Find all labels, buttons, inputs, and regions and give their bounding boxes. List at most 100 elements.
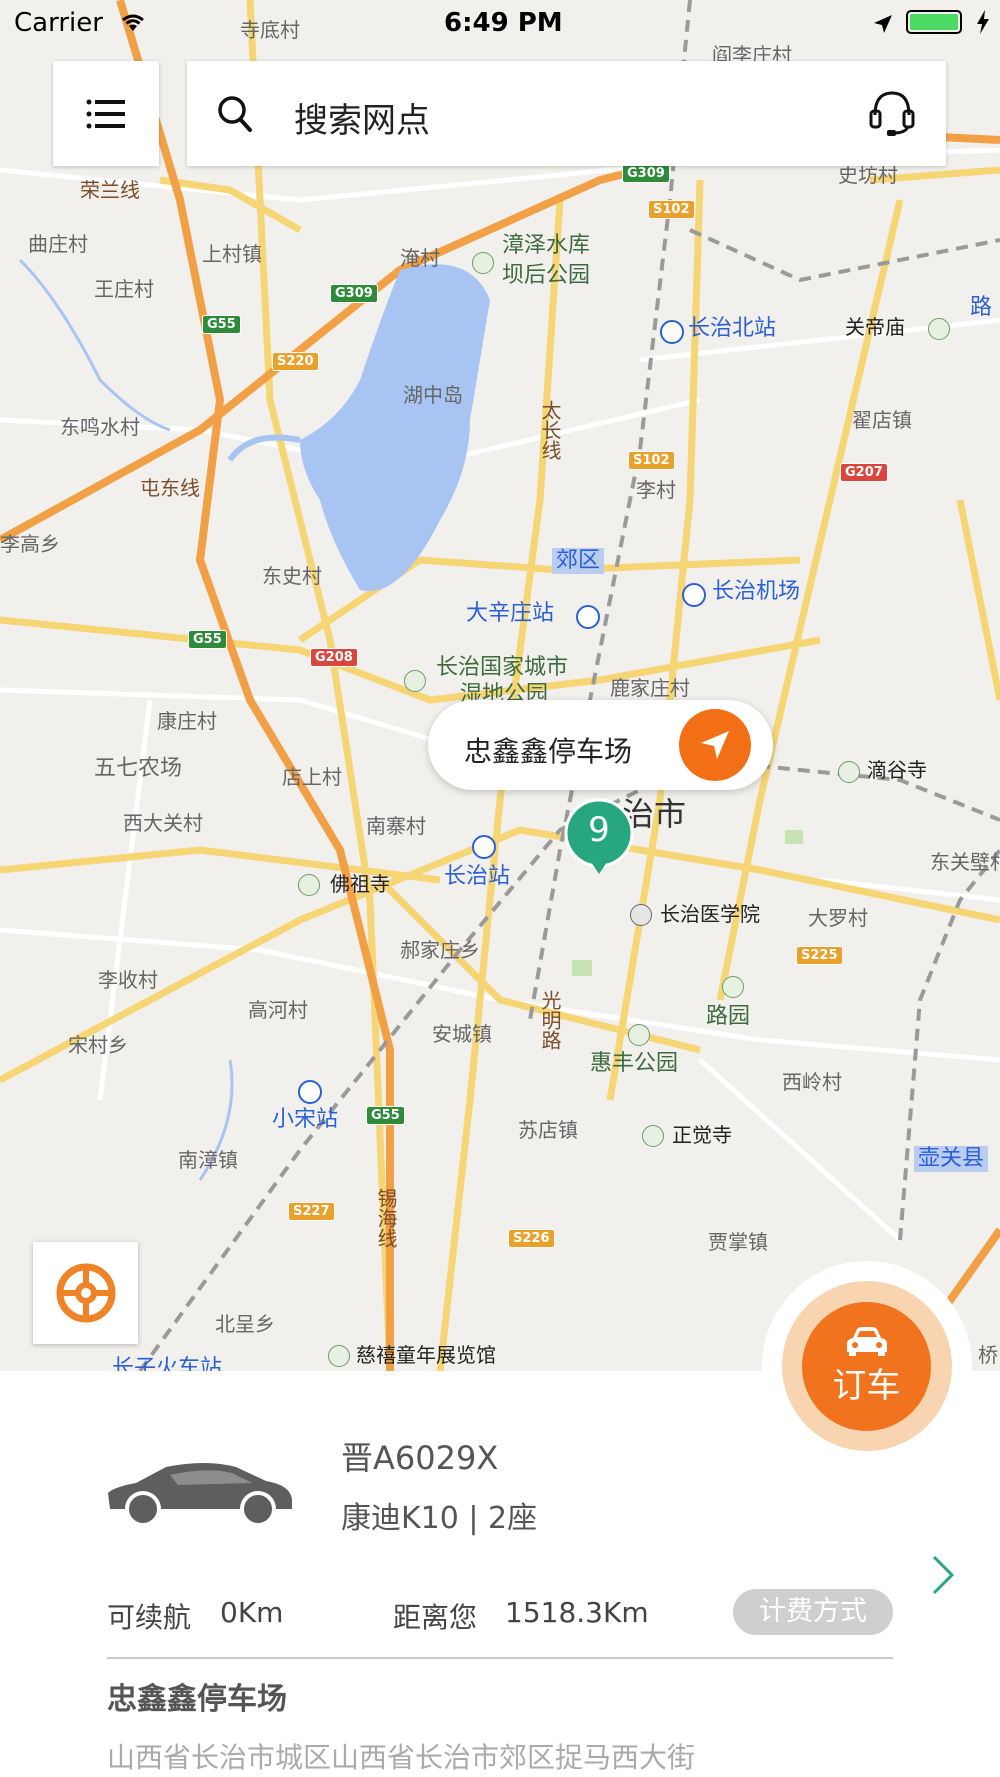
station-poi-icon	[298, 1080, 322, 1104]
map-label: 正觉寺	[672, 1123, 732, 1147]
map-label: 荣兰线	[80, 178, 140, 202]
road-shield: G309	[330, 284, 378, 303]
map-label: 苏店镇	[518, 1118, 578, 1142]
map-label: 滴谷寺	[867, 758, 927, 782]
map-label: 光明路	[538, 990, 562, 1050]
road-shield: S225	[796, 946, 843, 965]
charging-icon	[976, 10, 990, 41]
map-label: 大辛庄站	[466, 601, 555, 626]
wifi-icon	[120, 10, 146, 40]
map-label: 壶关县	[914, 1146, 989, 1172]
road-shield: S102	[628, 451, 675, 470]
park-poi-icon	[404, 670, 426, 692]
map-label: 郝家庄乡	[400, 938, 480, 962]
pricing-button[interactable]: 计费方式	[733, 1589, 893, 1635]
museum-poi-icon	[328, 1345, 350, 1367]
road-shield: S220	[272, 352, 319, 371]
search-placeholder: 搜索网点	[294, 101, 430, 141]
distance-value: 1518.3Km	[505, 1596, 649, 1629]
map-label: 长治北站	[688, 316, 777, 341]
map-label: 锡海线	[374, 1188, 398, 1248]
map-label: 康庄村	[157, 709, 217, 733]
map-label: 东关壁村	[930, 850, 1000, 874]
map-label: 桥	[978, 1343, 998, 1367]
map-label: 西岭村	[782, 1070, 842, 1094]
map-label: 鹿家庄村	[610, 676, 690, 700]
park-poi-icon	[472, 252, 494, 274]
car-model-seats: 康迪K10 | 2座	[341, 1501, 538, 1536]
book-car-label: 订车	[832, 1366, 901, 1406]
map-label: 太长线	[538, 400, 562, 460]
navigate-button[interactable]	[679, 709, 751, 781]
map-label: 高河村	[248, 998, 308, 1022]
navigation-arrow-icon	[701, 731, 729, 759]
map-label: 长治站	[444, 864, 511, 889]
map-label: 屯东线	[140, 476, 200, 500]
road-shield: G309	[622, 164, 670, 183]
status-bar: Carrier 6:49 PM	[0, 0, 1000, 48]
road-shield: G55	[202, 315, 241, 334]
map-label: 东史村	[262, 564, 322, 588]
map-label: 史坊村	[838, 163, 898, 187]
map-label: 王庄村	[94, 277, 154, 301]
road-shield: S102	[648, 200, 695, 219]
parking-lot-address: 山西省长治市城区山西省长治市郊区捉马西大街	[107, 1741, 696, 1774]
map-label: 北呈乡	[215, 1312, 275, 1336]
map-view[interactable]: 寺底村 阎李庄村 荣兰线 曲庄村 上村镇 王庄村 漳泽水库 坝后公园 淹村 史坊…	[0, 0, 1000, 1371]
temple-poi-icon	[298, 874, 320, 896]
map-label: 五七农场	[94, 756, 183, 781]
road-shield: G208	[310, 648, 358, 667]
headset-icon[interactable]	[867, 87, 917, 141]
map-label: 安城镇	[432, 1022, 492, 1046]
map-label: 大罗村	[808, 906, 868, 930]
map-label: 惠丰公园	[590, 1051, 679, 1076]
range-label: 可续航	[107, 1601, 192, 1634]
park-poi-icon	[722, 976, 744, 998]
map-label: 长治医学院	[660, 902, 760, 926]
popup-station-name: 忠鑫鑫停车场	[464, 735, 633, 768]
steering-wheel-icon	[56, 1263, 115, 1323]
car-front-icon	[846, 1327, 887, 1356]
school-poi-icon	[630, 904, 652, 926]
road-shield: S227	[288, 1202, 335, 1221]
carrier-label: Carrier	[14, 8, 103, 38]
station-popup[interactable]: 忠鑫鑫停车场	[428, 700, 773, 790]
map-label: 店上村	[282, 765, 342, 789]
clock: 6:49 PM	[444, 8, 563, 38]
map-label: 李村	[636, 478, 676, 502]
map-label: 湖中岛	[403, 383, 463, 407]
airport-poi-icon	[682, 583, 706, 607]
map-label: 贾掌镇	[708, 1230, 768, 1254]
map-label: 关帝庙	[845, 315, 905, 339]
road-shield: G55	[188, 630, 227, 649]
menu-button[interactable]	[53, 61, 159, 166]
map-label: 郊区	[552, 548, 605, 574]
search-bar[interactable]: 搜索网点	[187, 61, 946, 166]
divider	[107, 1657, 893, 1659]
map-label: 小宋站	[272, 1107, 339, 1132]
park-poi-icon	[628, 1024, 650, 1046]
map-label: 曲庄村	[28, 232, 88, 256]
car-cluster-marker[interactable]: 9	[564, 798, 634, 874]
map-label: 坝后公园	[502, 263, 591, 288]
temple-poi-icon	[928, 318, 950, 340]
map-label: 慈禧童年展览馆	[356, 1343, 496, 1367]
road-shield: G207	[840, 463, 888, 482]
menu-icon	[86, 99, 125, 128]
reservoir-water	[300, 264, 490, 592]
cluster-count: 9	[588, 810, 610, 850]
temple-poi-icon	[838, 761, 860, 783]
range-value: 0Km	[220, 1596, 284, 1629]
map-label: 南漳镇	[178, 1148, 238, 1172]
battery-icon	[906, 10, 962, 34]
map-label: 长治国家城市	[436, 655, 569, 680]
search-icon	[217, 95, 253, 137]
map-label: 佛祖寺	[330, 872, 390, 896]
map-label: 长子火车站	[112, 1356, 223, 1372]
book-car-button[interactable]: 订车	[802, 1302, 931, 1431]
location-arrow-icon	[872, 12, 894, 42]
locate-button[interactable]	[33, 1242, 138, 1344]
map-label: 路	[970, 295, 993, 320]
chevron-right-icon[interactable]	[930, 1553, 956, 1601]
map-label: 路园	[706, 1004, 751, 1029]
